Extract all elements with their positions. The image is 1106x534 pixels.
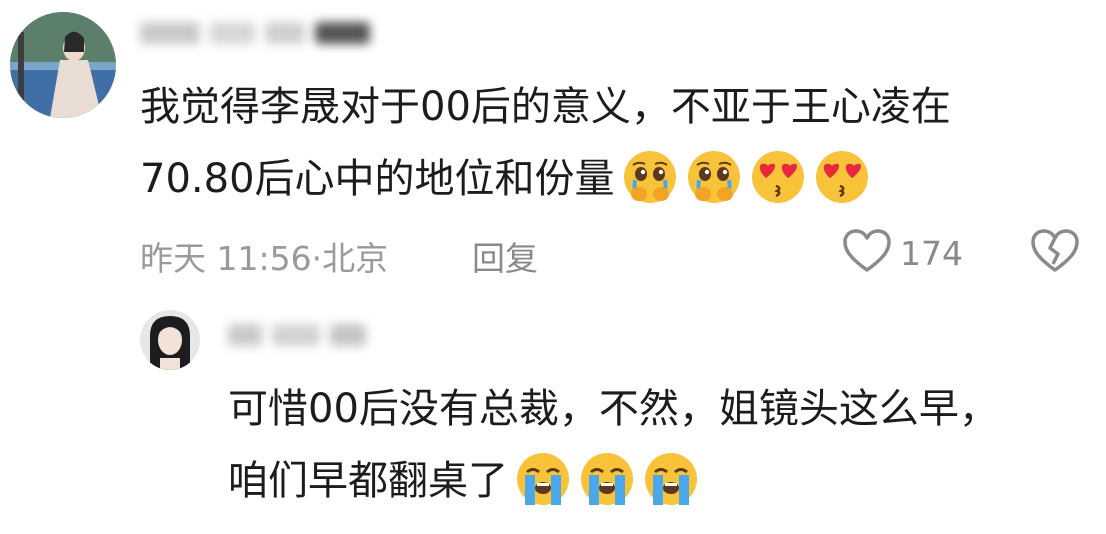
replier-username[interactable] [228,324,366,346]
comment-text-line-2-content: 70.80后心中的地位和份量 [140,156,615,202]
comment-text-line-1: 我觉得李晟对于00后的意义，不亚于王心凌在 [140,84,951,130]
comment-meta: 昨天 11:56·北京 [140,232,388,280]
commenter-avatar[interactable] [10,12,116,118]
comment-location: 北京 [322,239,389,278]
like-count: 174 [900,233,963,273]
reply-text: 可惜00后没有总裁，不然，姐镜头这么早， 咱们早都翻桌了 [228,380,999,512]
broken-heart-icon [1030,229,1080,278]
pleading-tears-emoji [621,148,679,206]
dislike-button[interactable] [1030,228,1080,278]
loudly-crying-emoji [514,450,572,508]
heart-eyes-kiss-emoji [749,148,807,206]
loudly-crying-emoji [578,450,636,508]
commenter-username[interactable] [140,22,370,44]
reply-text-line-2: 咱们早都翻桌了 [228,452,999,512]
heart-outline-icon [842,228,892,278]
reply-button[interactable]: 回复 [472,232,538,280]
like-button[interactable]: 174 [842,228,963,278]
comment-text-line-2: 70.80后心中的地位和份量 [140,150,951,210]
reply-text-line-2-content: 咱们早都翻桌了 [228,458,508,504]
reply-text-line-1: 可惜00后没有总裁，不然，姐镜头这么早， [228,386,999,432]
comment-time: 昨天 11:56 [140,239,312,278]
comment-emojis [621,148,871,206]
heart-eyes-kiss-emoji [813,148,871,206]
comment-text: 我觉得李晟对于00后的意义，不亚于王心凌在 70.80后心中的地位和份量 [140,78,951,210]
meta-separator: · [311,239,323,278]
loudly-crying-emoji [642,450,700,508]
replier-avatar[interactable] [140,310,200,370]
reply-emojis [514,450,700,508]
pleading-tears-emoji [685,148,743,206]
